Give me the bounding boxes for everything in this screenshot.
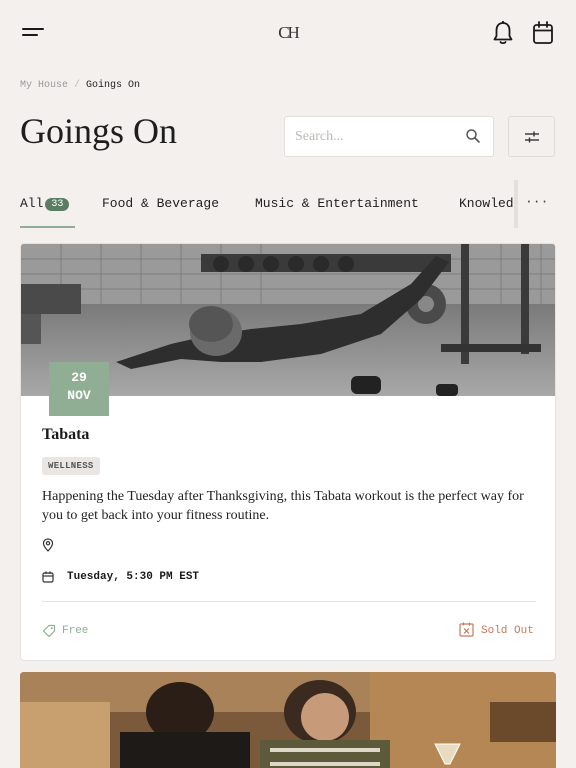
tab-label: All [20, 196, 44, 211]
search-icon[interactable] [465, 128, 481, 144]
event-price: Free [62, 625, 89, 637]
category-tabs: All 33 Food & Beverage Music & Entertainm… [20, 180, 556, 230]
event-day: 29 [71, 370, 87, 385]
tab-music-entertainment[interactable]: Music & Entertainment [255, 196, 419, 211]
active-tab-indicator [20, 226, 75, 228]
tab-count-badge: 33 [45, 198, 70, 211]
bell-icon[interactable] [491, 20, 515, 46]
hamburger-menu-icon[interactable] [22, 26, 46, 42]
event-date-badge: 29 NOV [49, 362, 109, 416]
event-title[interactable]: Tabata [42, 426, 89, 444]
search-input[interactable] [295, 117, 455, 156]
event-month: NOV [67, 388, 91, 403]
event-category-tag: WELLNESS [42, 457, 100, 475]
search-box [284, 116, 494, 157]
sold-out-calendar-icon [459, 622, 474, 637]
event-description: Happening the Tuesday after Thanksgiving… [42, 489, 524, 523]
event-status-sold-out[interactable]: Sold Out [481, 625, 534, 637]
tab-food-beverage[interactable]: Food & Beverage [102, 196, 219, 211]
tabs-scroll-divider [514, 180, 518, 228]
breadcrumb-item-my-house[interactable]: My House [20, 80, 68, 91]
sliders-icon [525, 131, 539, 143]
event-card[interactable]: 29 NOV Tabata WELLNESS Happening the Tue… [20, 243, 556, 661]
breadcrumb-separator: / [74, 80, 81, 91]
location-pin-icon [42, 538, 54, 552]
page-title: Goings On [20, 111, 178, 151]
event-time: Tuesday, 5:30 PM EST [67, 571, 200, 583]
breadcrumb: My House / Goings On [20, 80, 140, 91]
calendar-small-icon [42, 571, 54, 583]
event-image-next [20, 672, 556, 768]
price-tag-icon [42, 624, 56, 638]
breadcrumb-item-current: Goings On [86, 80, 141, 91]
calendar-icon[interactable] [531, 20, 555, 46]
event-card-next[interactable] [20, 672, 556, 768]
tab-knowledge[interactable]: Knowledge [459, 196, 517, 211]
card-divider [42, 601, 536, 602]
filter-button[interactable] [508, 116, 555, 157]
tab-all[interactable]: All 33 [20, 196, 70, 211]
top-bar: CH [0, 0, 576, 68]
more-tabs-button[interactable]: ··· [525, 194, 548, 209]
brand-logo[interactable]: CH [278, 23, 300, 43]
